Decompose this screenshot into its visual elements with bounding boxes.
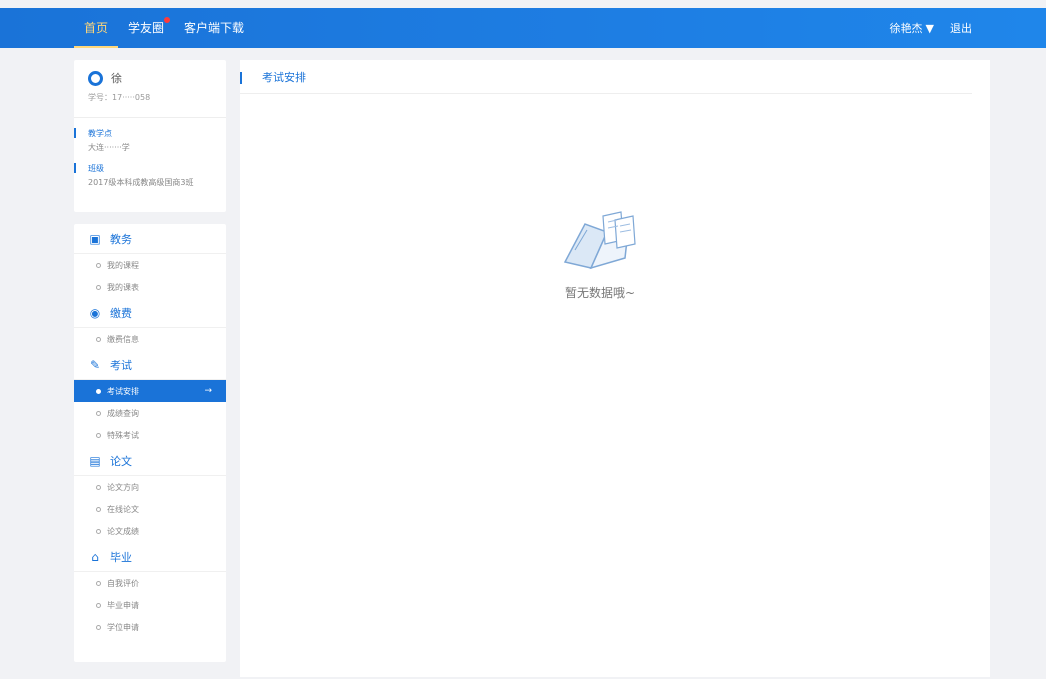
menu-item-payment-info[interactable]: 缴费信息 [74, 328, 226, 350]
nav-home[interactable]: 首页 [74, 8, 119, 48]
bullet-icon [96, 388, 101, 394]
empty-book-icon [563, 211, 636, 270]
info-label: 班级 [74, 163, 212, 174]
bullet-icon [96, 602, 101, 608]
menu-group-label: 缴费 [110, 306, 132, 320]
info-class: 班级 2017级本科成教高级国商3班 [74, 153, 226, 188]
menu-item-my-courses[interactable]: 我的课程 [74, 254, 226, 276]
user-menu-label: 徐艳杰 [889, 22, 923, 35]
main-nav: 首页 学友圈 客户端下载 [74, 8, 254, 48]
menu-item-label: 自我评价 [107, 578, 139, 588]
menu-group-academic[interactable]: ▣ 教务 [74, 224, 226, 254]
info-value: 2017级本科成教高级国商3班 [88, 178, 194, 187]
menu-item-label: 论文成绩 [107, 526, 139, 536]
logout-link[interactable]: 退出 [950, 20, 972, 36]
info-teaching-center: 教学点 大连·······学 [74, 118, 226, 153]
clipboard-icon: ▤ [89, 453, 101, 468]
bullet-icon [96, 506, 101, 512]
bullet-icon [96, 262, 101, 268]
menu-item-label: 毕业申请 [107, 600, 139, 610]
info-value: 大连·······学 [88, 143, 130, 152]
calendar-icon: ▣ [89, 231, 101, 246]
bullet-icon [96, 432, 101, 438]
user-card-header: 徐 学号：17·····058 [74, 60, 226, 118]
nav-xueyouquan-label: 学友圈 [128, 21, 165, 35]
user-avatar-icon [88, 70, 103, 86]
menu-item-self-evaluation[interactable]: 自我评价 [74, 572, 226, 594]
graduation-cap-icon: ⌂ [91, 549, 99, 564]
caret-down-icon: ▼ [925, 22, 934, 35]
bullet-icon [96, 336, 101, 342]
bullet-icon [96, 528, 101, 534]
menu-item-label: 考试安排 [107, 386, 139, 396]
bullet-icon [96, 284, 101, 290]
menu-group-label: 考试 [110, 358, 132, 372]
nav-client-download[interactable]: 客户端下载 [174, 8, 254, 48]
user-card: 徐 学号：17·····058 教学点 大连·······学 班级 2017级本… [74, 60, 226, 212]
menu-item-label: 我的课程 [107, 260, 139, 270]
page-title: 考试安排 [262, 70, 306, 84]
menu-item-thesis-score[interactable]: 论文成绩 [74, 520, 226, 542]
menu-group-graduation[interactable]: ⌂ 毕业 [74, 542, 226, 572]
empty-state: 暂无数据哦~ [540, 210, 660, 301]
coin-icon: ◉ [89, 305, 101, 320]
menu-item-thesis-direction[interactable]: 论文方向 [74, 476, 226, 498]
top-nav-bar: 首页 学友圈 客户端下载 徐艳杰 ▼ 退出 [0, 8, 1046, 48]
menu-group-label: 教务 [110, 232, 132, 246]
sidebar-menu: ▣ 教务 我的课程 我的课表 ◉ 缴费 缴费信息 ✎ 考试 考试安排 → 成绩查询… [74, 224, 226, 662]
menu-group-payment[interactable]: ◉ 缴费 [74, 298, 226, 328]
content-header: 考试安排 [240, 60, 972, 94]
info-label: 教学点 [74, 128, 212, 139]
main-content: 考试安排 暂无数据哦~ [240, 60, 990, 677]
menu-item-label: 我的课表 [107, 282, 139, 292]
arrow-right-icon: → [204, 386, 212, 396]
bullet-icon [96, 624, 101, 630]
nav-xueyouquan[interactable]: 学友圈 [118, 8, 174, 48]
menu-item-label: 特殊考试 [107, 430, 139, 440]
bullet-icon [96, 410, 101, 416]
menu-item-score-query[interactable]: 成绩查询 [74, 402, 226, 424]
menu-item-special-exam[interactable]: 特殊考试 [74, 424, 226, 446]
student-id: 学号：17·····058 [88, 93, 151, 102]
user-nav: 徐艳杰 ▼ 退出 [890, 8, 972, 48]
menu-group-exam[interactable]: ✎ 考试 [74, 350, 226, 380]
menu-group-label: 论文 [110, 454, 132, 468]
menu-item-label: 成绩查询 [107, 408, 139, 418]
menu-item-label: 论文方向 [107, 482, 139, 492]
empty-text: 暂无数据哦~ [564, 286, 636, 300]
menu-item-exam-schedule[interactable]: 考试安排 → [74, 380, 226, 402]
user-menu[interactable]: 徐艳杰 ▼ [890, 20, 934, 36]
menu-item-label: 学位申请 [107, 622, 139, 632]
user-name: 徐 [111, 72, 122, 85]
notification-badge [164, 17, 171, 23]
menu-item-label: 缴费信息 [107, 334, 139, 344]
pencil-icon: ✎ [89, 357, 101, 372]
menu-group-thesis[interactable]: ▤ 论文 [74, 446, 226, 476]
bullet-icon [96, 580, 101, 586]
menu-item-online-thesis[interactable]: 在线论文 [74, 498, 226, 520]
menu-group-label: 毕业 [110, 550, 132, 564]
menu-item-degree-apply[interactable]: 学位申请 [74, 616, 226, 638]
menu-item-graduation-apply[interactable]: 毕业申请 [74, 594, 226, 616]
menu-item-label: 在线论文 [107, 504, 139, 514]
menu-item-my-schedule[interactable]: 我的课表 [74, 276, 226, 298]
bullet-icon [96, 484, 101, 490]
